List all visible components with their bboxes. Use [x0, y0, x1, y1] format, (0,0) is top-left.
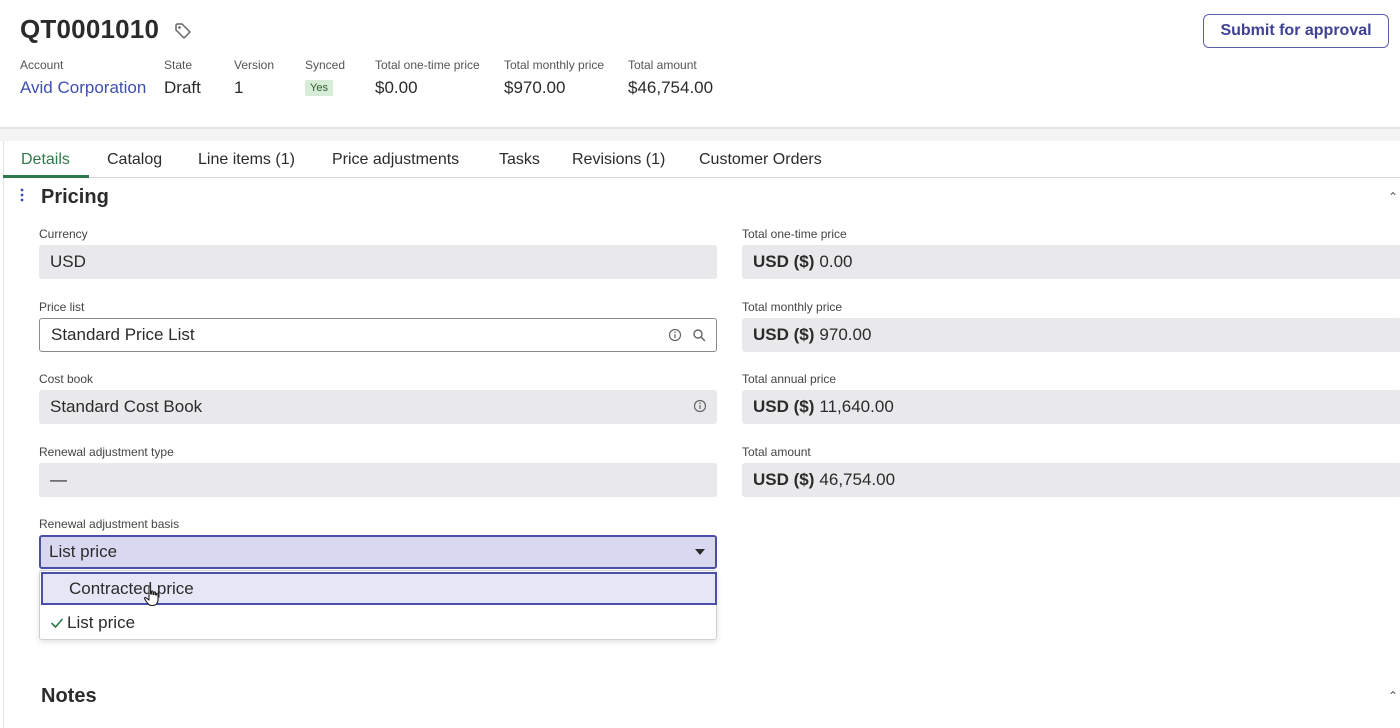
renewal-type-label: Renewal adjustment type — [39, 445, 174, 459]
renewal-type-value: — — [50, 470, 67, 489]
notes-section-title: Notes — [41, 685, 97, 707]
renewal-basis-label: Renewal adjustment basis — [39, 517, 180, 531]
total-monthly-value: 970.00 — [819, 325, 872, 344]
synced-badge: Yes — [305, 80, 333, 96]
currency-prefix: USD ($) — [753, 252, 815, 271]
info-icon[interactable] — [693, 399, 707, 413]
tab-line-items[interactable]: Line items (1) — [198, 151, 295, 169]
drag-handle-icon[interactable] — [20, 188, 24, 202]
meta-state-label: State — [164, 58, 193, 72]
meta-version: Version 1 — [234, 58, 274, 98]
search-icon[interactable] — [692, 328, 706, 342]
cost-book-value: Standard Cost Book — [50, 397, 203, 416]
currency-prefix: USD ($) — [753, 325, 815, 344]
meta-amount-value: $46,754.00 — [628, 78, 714, 97]
dropdown-option-label: Contracted price — [69, 578, 194, 598]
dropdown-option-list-price[interactable]: List price — [40, 606, 718, 640]
cost-book-label: Cost book — [39, 372, 94, 386]
meta-account: Account Avid Corporation — [20, 58, 146, 98]
total-amount-field: USD ($) 46,754.00 — [742, 463, 1400, 497]
collapse-notes-icon[interactable]: ⌃ — [1388, 689, 1398, 703]
total-monthly-label: Total monthly price — [742, 300, 843, 314]
meta-state-value: Draft — [164, 78, 201, 97]
total-one-time-value: 0.00 — [819, 252, 853, 271]
tab-catalog[interactable]: Catalog — [107, 151, 162, 169]
cost-book-field: Standard Cost Book — [39, 390, 717, 424]
meta-amount-label: Total amount — [628, 58, 697, 72]
currency-prefix: USD ($) — [753, 397, 815, 416]
pricing-section-title: Pricing — [41, 186, 109, 208]
tab-revisions[interactable]: Revisions (1) — [572, 151, 665, 169]
price-list-field[interactable]: Standard Price List — [39, 318, 717, 352]
renewal-basis-dropdown: Contracted price List price — [39, 570, 717, 640]
total-annual-field: USD ($) 11,640.00 — [742, 390, 1400, 424]
tab-bar: Details Catalog Line items (1) Price adj… — [3, 141, 1400, 178]
meta-one-time-value: $0.00 — [375, 78, 418, 97]
total-one-time-field: USD ($) 0.00 — [742, 245, 1400, 279]
currency-field: USD — [39, 245, 717, 279]
tab-customer-orders[interactable]: Customer Orders — [699, 151, 822, 169]
total-monthly-field: USD ($) 970.00 — [742, 318, 1400, 352]
price-list-value: Standard Price List — [51, 325, 195, 344]
check-icon — [51, 618, 63, 628]
meta-one-time: Total one-time price $0.00 — [375, 58, 480, 98]
total-amount-value: 46,754.00 — [819, 470, 896, 489]
meta-synced: Synced Yes — [305, 58, 345, 96]
tab-details[interactable]: Details — [21, 151, 70, 169]
account-link[interactable]: Avid Corporation — [20, 78, 146, 98]
meta-version-label: Version — [234, 58, 275, 72]
submit-for-approval-button[interactable]: Submit for approval — [1203, 14, 1389, 48]
meta-version-value: 1 — [234, 78, 244, 97]
meta-amount: Total amount $46,754.00 — [628, 58, 713, 98]
meta-account-label: Account — [20, 58, 64, 72]
collapse-pricing-icon[interactable]: ⌃ — [1388, 190, 1398, 204]
currency-value: USD — [50, 252, 86, 271]
total-annual-value: 11,640.00 — [819, 397, 894, 416]
currency-label: Currency — [39, 227, 88, 241]
quote-number: QT0001010 — [20, 14, 160, 44]
price-list-label: Price list — [39, 300, 85, 314]
meta-one-time-label: Total one-time price — [375, 58, 480, 72]
record-header: QT0001010 Submit for approval Account Av… — [0, 0, 1400, 128]
meta-monthly-value: $970.00 — [504, 78, 566, 97]
details-panel: Pricing ⌃ Currency USD Price list Standa… — [3, 178, 1400, 728]
caret-down-icon[interactable] — [695, 549, 705, 555]
total-one-time-label: Total one-time price — [742, 227, 847, 241]
info-icon[interactable] — [668, 328, 682, 342]
tab-tasks[interactable]: Tasks — [499, 151, 540, 169]
meta-monthly-label: Total monthly price — [504, 58, 605, 72]
header-gap — [0, 129, 1400, 141]
tab-price-adjustments[interactable]: Price adjustments — [332, 151, 459, 169]
total-annual-label: Total annual price — [742, 372, 837, 386]
currency-prefix: USD ($) — [753, 470, 815, 489]
renewal-basis-value: List price — [49, 542, 118, 561]
meta-state: State Draft — [164, 58, 201, 98]
renewal-type-field: — — [39, 463, 717, 497]
tag-icon[interactable] — [174, 22, 192, 40]
renewal-basis-select[interactable]: List price — [39, 535, 717, 569]
meta-synced-label: Synced — [305, 58, 346, 72]
dropdown-option-label: List price — [67, 613, 136, 632]
total-amount-label: Total amount — [742, 445, 811, 459]
hand-cursor-icon — [143, 585, 159, 607]
meta-monthly: Total monthly price $970.00 — [504, 58, 604, 98]
